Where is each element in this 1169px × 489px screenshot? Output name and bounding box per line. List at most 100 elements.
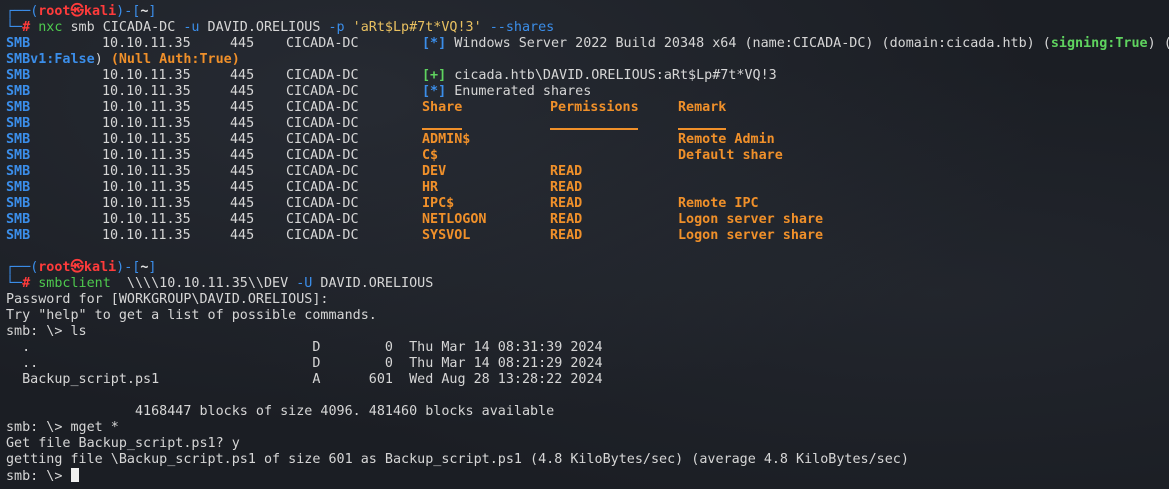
output-text: Password for [WORKGROUP\DAVID.ORELIOUS]: (6, 292, 329, 307)
smb-port: 445 (230, 68, 255, 83)
command-line: └─# smbclient \\\\10.10.11.35\\DEV -U DA… (6, 276, 1169, 292)
share-row: SMB 10.10.11.35 445 CICADA-DC HR READ (6, 180, 1169, 196)
prompt-user: root (38, 260, 71, 275)
smb-ip: 10.10.11.35 (102, 36, 191, 51)
smb-port: 445 (230, 100, 255, 115)
signing-status: signing:True (1050, 36, 1148, 51)
smb-host: CICADA-DC (286, 164, 359, 179)
share-header-row: SMB 10.10.11.35 445 CICADA-DC Share Permissio… (6, 100, 1169, 116)
command-arg: DAVID.ORELIOUS (199, 20, 329, 35)
share-permission: READ (550, 212, 583, 227)
smb-enum-row: SMB 10.10.11.35 445 CICADA-DC [*] Enumerated… (6, 84, 1169, 100)
smb-host: CICADA-DC (286, 84, 359, 99)
share-row: SMB 10.10.11.35 445 CICADA-DC SYSVOL READ Logo… (6, 228, 1169, 244)
share-underline (422, 116, 462, 130)
share-remark: Remote IPC (678, 196, 759, 211)
text-cursor[interactable] (70, 468, 79, 482)
share-name: DEV (422, 164, 447, 179)
smbclient-output-line: Backup_script.ps1 A 601 Wed Aug 28 13:28… (6, 372, 1169, 388)
command-flag: --shares (489, 20, 555, 35)
info-marker: [*] (422, 36, 447, 51)
smb-port: 445 (230, 228, 255, 243)
auth-message: [+] cicada.htb\DAVID.ORELIOUS:aRt$Lp#7t*… (422, 68, 777, 84)
auth-text: cicada.htb\DAVID.ORELIOUS:aRt$Lp#7t*VQ!3 (446, 68, 777, 83)
share-name: ADMIN$ (422, 132, 471, 147)
smb-host: CICADA-DC (286, 132, 359, 147)
share-row: SMB 10.10.11.35 445 CICADA-DC DEV READ (6, 164, 1169, 180)
command-args: \\\\10.10.11.35\\DEV (110, 276, 297, 291)
info-text: ) ( (1147, 36, 1169, 51)
smb-ip: 10.10.11.35 (102, 180, 191, 195)
share-name: SYSVOL (422, 228, 471, 243)
smb-port: 445 (230, 164, 255, 179)
smbclient-output-line: .. D 0 Thu Mar 14 08:21:29 2024 (6, 356, 1169, 372)
enum-text: Enumerated shares (446, 84, 592, 99)
share-permission: READ (550, 164, 583, 179)
remark-underline (678, 116, 726, 130)
smbclient-output-line: Try "help" to get a list of possible com… (6, 308, 1169, 324)
smb-port: 445 (230, 196, 255, 211)
smb-prompt: smb: \> (6, 469, 71, 484)
prompt-hash: # (22, 276, 31, 291)
command-bin: smbclient (38, 276, 111, 291)
smb-port: 445 (230, 148, 255, 163)
smbclient-output-line: smb: \> mget * (6, 420, 1169, 436)
command-flag: -U (296, 276, 313, 291)
smb-auth-row: SMB 10.10.11.35 445 CICADA-DC [+] cicada.htb… (6, 68, 1169, 84)
smb-host: CICADA-DC (286, 148, 359, 163)
info-text: ) (94, 52, 111, 67)
smb-proto: SMB (6, 116, 31, 131)
output-text: Get file Backup_script.ps1? y (6, 436, 240, 451)
prompt-skull-icon: ㉿ (70, 260, 84, 275)
smb-ip: 10.10.11.35 (102, 212, 191, 227)
output-text: 4168447 blocks of size 4096. 481460 bloc… (6, 404, 555, 419)
smb-host: CICADA-DC (286, 180, 359, 195)
prompt-hash: # (22, 20, 31, 35)
share-name: HR (422, 180, 439, 195)
smb-ip: 10.10.11.35 (102, 196, 191, 211)
smb-host: CICADA-DC (286, 68, 359, 83)
smb-host: CICADA-DC (286, 228, 359, 243)
command-flag: -u (183, 20, 200, 35)
command-args: smb CICADA-DC (62, 20, 184, 35)
prompt-line: ┌──(root㉿kali)-[~] (6, 4, 1169, 20)
share-remark: Logon server share (678, 212, 824, 227)
smbclient-output-line: getting file \Backup_script.ps1 of size … (6, 452, 1169, 468)
smb-proto: SMB (6, 212, 31, 227)
null-auth-status: (Null Auth:True) (110, 52, 240, 67)
permissions-underline (550, 116, 638, 130)
smbv1-status: SMBv1:False (6, 52, 95, 67)
prompt-bracket: ] (148, 4, 157, 19)
smb-info-row: SMB 10.10.11.35 445 CICADA-DC [*] Windows Se… (6, 36, 1169, 52)
smb-ip: 10.10.11.35 (102, 116, 191, 131)
share-header: Share (422, 100, 463, 115)
terminal-window[interactable]: ┌──(root㉿kali)-[~] └─# nxc smb CICADA-DC … (0, 0, 1169, 489)
share-name: IPC$ (422, 196, 455, 211)
share-row: SMB 10.10.11.35 445 CICADA-DC IPC$ READ Remote… (6, 196, 1169, 212)
share-underline-row: SMB 10.10.11.35 445 CICADA-DC (6, 116, 1169, 132)
auth-marker: [+] (422, 68, 447, 83)
command-line: └─# nxc smb CICADA-DC -u DAVID.ORELIOUS … (6, 20, 1169, 36)
smb-port: 445 (230, 212, 255, 227)
wrapped-line: SMBv1:False) (Null Auth:True) (6, 52, 1169, 68)
prompt-bracket: )-[ (116, 260, 141, 275)
prompt-bracket: )-[ (116, 4, 141, 19)
prompt-corner: └─ (6, 20, 23, 35)
smbclient-output-line: Get file Backup_script.ps1? y (6, 436, 1169, 452)
smb-proto: SMB (6, 84, 31, 99)
smb-host: CICADA-DC (286, 196, 359, 211)
smb-info: [*] Windows Server 2022 Build 20348 x64 … (422, 36, 1169, 52)
enum-marker: [*] (422, 84, 447, 99)
smb-host: CICADA-DC (286, 36, 359, 51)
smb-port: 445 (230, 132, 255, 147)
prompt-user: root (38, 4, 71, 19)
smb-proto: SMB (6, 100, 31, 115)
output-text: . D 0 Thu Mar 14 08:31:39 2024 (6, 340, 603, 355)
smb-port: 445 (230, 116, 255, 131)
smb-proto: SMB (6, 36, 31, 51)
share-row: SMB 10.10.11.35 445 CICADA-DC ADMIN$ Remote A… (6, 132, 1169, 148)
smb-ip: 10.10.11.35 (102, 132, 191, 147)
smbclient-output-line: smb: \> ls (6, 324, 1169, 340)
share-permission: READ (550, 196, 583, 211)
